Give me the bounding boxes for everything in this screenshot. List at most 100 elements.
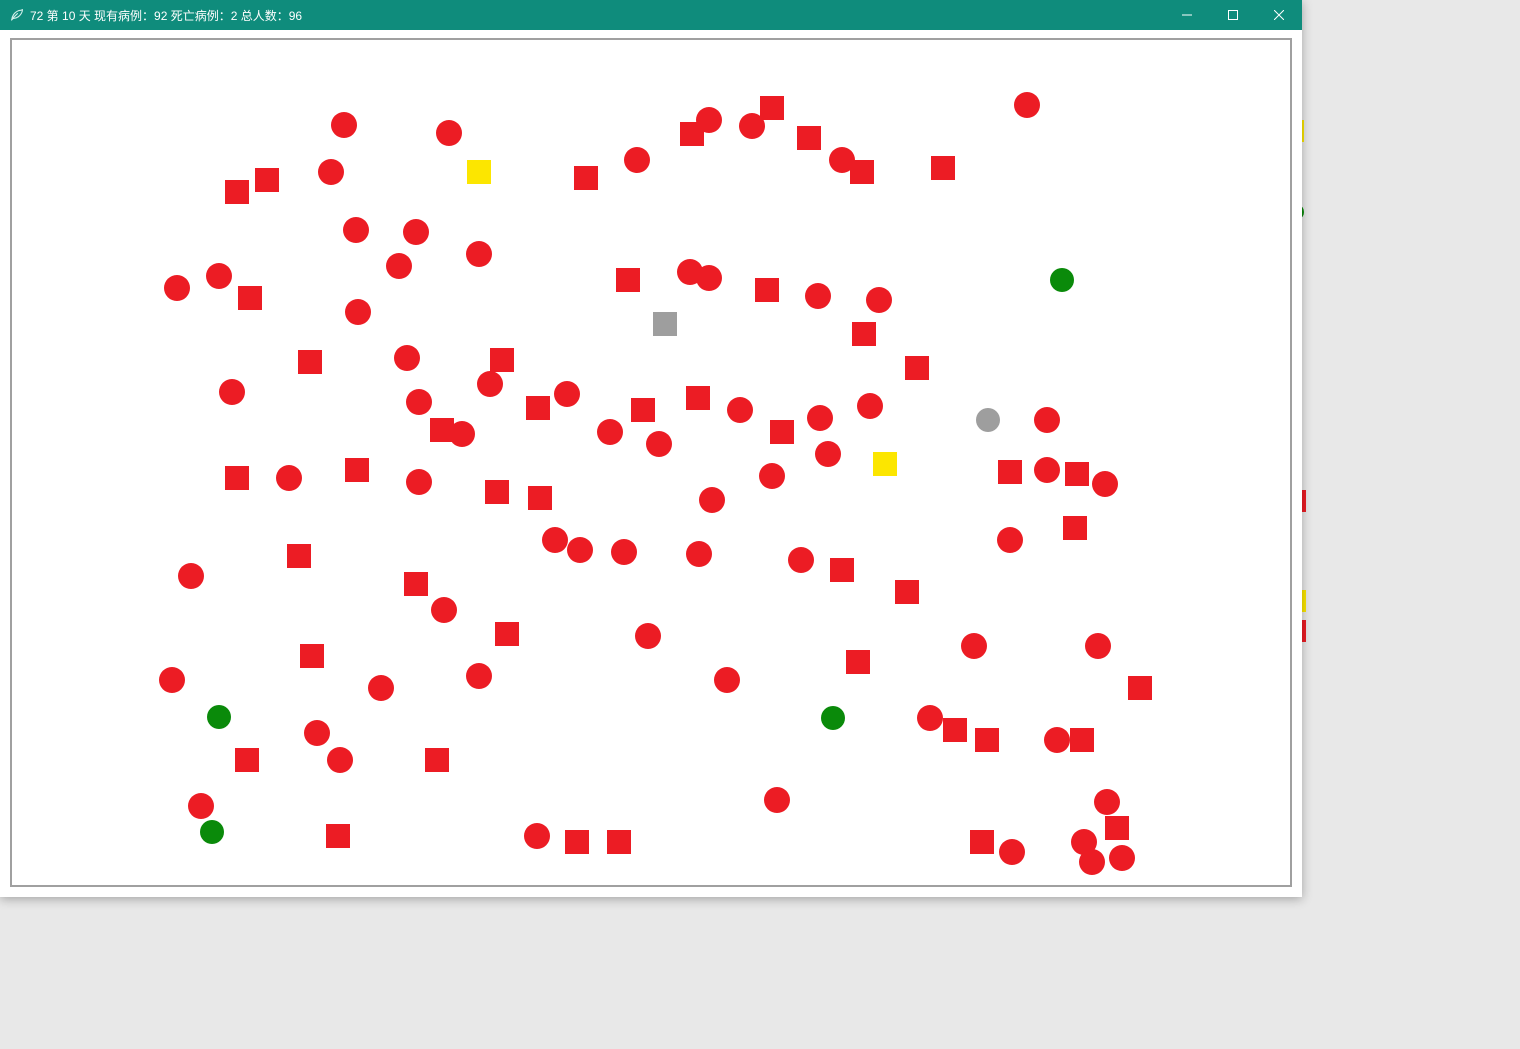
entity-red-circle [345,299,371,325]
entity-red-circle [805,283,831,309]
entity-red-circle [788,547,814,573]
entity-red-circle [206,263,232,289]
close-button[interactable] [1256,0,1302,30]
entity-red-circle [343,217,369,243]
entity-red-circle [866,287,892,313]
entity-red-circle [646,431,672,457]
entity-red-square [1063,516,1087,540]
entity-red-square [255,168,279,192]
entity-red-square [225,466,249,490]
entity-red-circle [331,112,357,138]
entity-red-square [235,748,259,772]
entity-red-circle [449,421,475,447]
entity-red-circle [1034,407,1060,433]
entity-gray-circle [976,408,1000,432]
entity-red-circle [436,120,462,146]
entity-red-circle [403,219,429,245]
window-controls [1164,0,1302,30]
entity-red-circle [759,463,785,489]
entity-red-circle [597,419,623,445]
entity-red-square [905,356,929,380]
entity-green-circle [821,706,845,730]
entity-red-circle [466,663,492,689]
entity-red-square [300,644,324,668]
entity-red-circle [188,793,214,819]
entity-red-square [998,460,1022,484]
entity-red-circle [635,623,661,649]
entity-red-circle [917,705,943,731]
entity-red-square [298,350,322,374]
entity-red-square [495,622,519,646]
entity-red-square [238,286,262,310]
entity-red-circle [1092,471,1118,497]
entity-green-circle [207,705,231,729]
titlebar[interactable]: 72 第 10 天 现有病例：92 死亡病例：2 总人数：96 [0,0,1302,30]
entity-red-square [770,420,794,444]
window-title: 72 第 10 天 现有病例：92 死亡病例：2 总人数：96 [30,7,302,24]
entity-red-circle [815,441,841,467]
entity-red-circle [386,253,412,279]
entity-red-square [574,166,598,190]
entity-red-circle [1085,633,1111,659]
entity-red-circle [1014,92,1040,118]
maximize-button[interactable] [1210,0,1256,30]
entity-red-circle [624,147,650,173]
entity-red-circle [714,667,740,693]
entity-red-circle [431,597,457,623]
entity-red-circle [318,159,344,185]
simulation-window: 72 第 10 天 现有病例：92 死亡病例：2 总人数：96 [0,0,1302,897]
entity-red-circle [1044,727,1070,753]
entity-red-square [686,386,710,410]
entity-red-square [975,728,999,752]
entity-red-circle [999,839,1025,865]
entity-red-circle [477,371,503,397]
entity-yellow-square [467,160,491,184]
entity-red-circle [406,389,432,415]
entity-red-circle [327,747,353,773]
entity-red-circle [857,393,883,419]
entity-gray-square [653,312,677,336]
app-icon [8,7,24,23]
entity-red-circle [611,539,637,565]
entity-red-square [526,396,550,420]
entity-red-square [850,160,874,184]
entity-red-square [846,650,870,674]
entity-red-circle [1034,457,1060,483]
entity-red-square [425,748,449,772]
entity-red-circle [542,527,568,553]
entity-red-circle [699,487,725,513]
entity-red-square [1128,676,1152,700]
entity-red-square [326,824,350,848]
entity-red-square [755,278,779,302]
entity-red-square [1105,816,1129,840]
entity-red-circle [304,720,330,746]
entity-green-circle [1050,268,1074,292]
entity-red-circle [394,345,420,371]
entity-red-circle [997,527,1023,553]
entity-red-square [616,268,640,292]
entity-red-circle [466,241,492,267]
entity-red-circle [524,823,550,849]
entity-red-square [528,486,552,510]
entity-red-square [760,96,784,120]
entity-red-square [943,718,967,742]
entity-red-circle [276,465,302,491]
entity-red-square [345,458,369,482]
minimize-button[interactable] [1164,0,1210,30]
entity-red-square [485,480,509,504]
entity-red-square [895,580,919,604]
entity-red-circle [961,633,987,659]
entity-red-circle [554,381,580,407]
entity-red-square [287,544,311,568]
entity-red-circle [219,379,245,405]
entity-red-circle [686,541,712,567]
simulation-canvas [10,38,1292,887]
entity-red-square [797,126,821,150]
entity-red-circle [159,667,185,693]
entity-red-circle [368,675,394,701]
entity-green-circle [200,820,224,844]
entity-red-circle [178,563,204,589]
entity-red-square [631,398,655,422]
entity-red-square [680,122,704,146]
entity-red-circle [1079,849,1105,875]
